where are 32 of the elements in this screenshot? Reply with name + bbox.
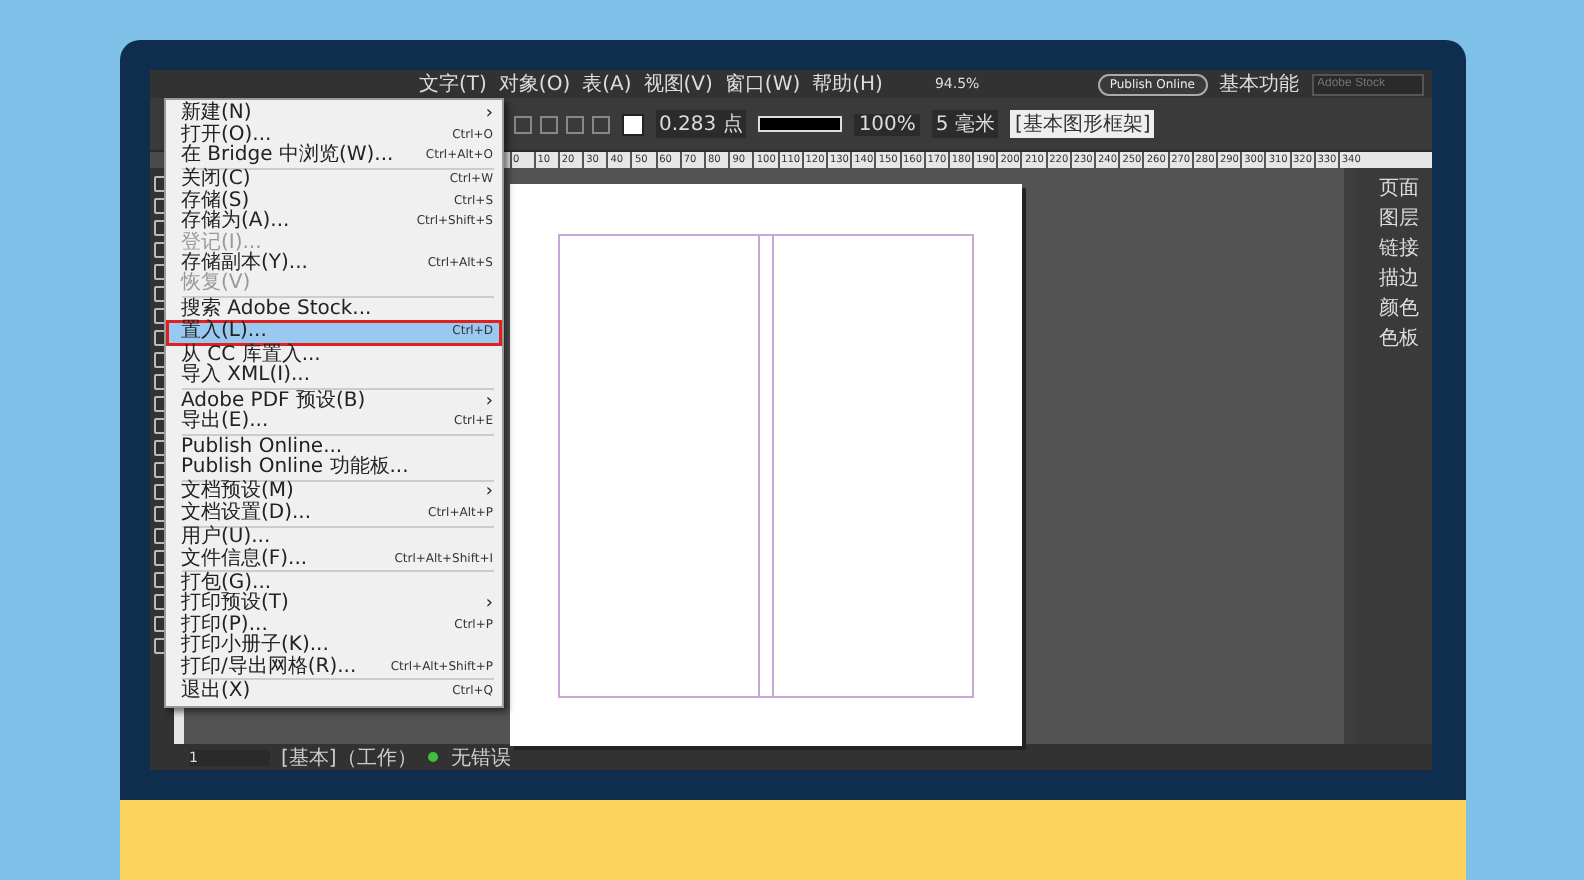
menu-item[interactable]: 搜索 Adobe Stock... [165, 299, 501, 320]
stroke-type-field[interactable] [758, 116, 843, 132]
menu-bar-item[interactable]: 视图(V) [643, 70, 713, 98]
menu-item[interactable]: 用户(U)... [165, 528, 501, 549]
menu-item[interactable]: 导入 XML(I)... [165, 366, 501, 388]
menu-bar-item[interactable]: 表(A) [582, 70, 632, 98]
stroke-swatch[interactable] [621, 113, 643, 135]
panel-tab[interactable]: 图层 [1355, 204, 1431, 230]
menu-bar-item[interactable]: 窗口(W) [724, 70, 801, 98]
stroke-weight-field[interactable]: 0.283 点 [655, 110, 747, 138]
menu-item[interactable]: Publish Online... [165, 436, 501, 458]
menu-bar-item[interactable]: 文字(T) [419, 70, 487, 98]
preflight-status[interactable]: 无错误 [450, 743, 511, 771]
style-label[interactable]: [基本]（工作） [281, 743, 417, 771]
menu-item[interactable]: 文档预设(M) › [165, 482, 501, 504]
object-style-field[interactable]: [基本图形框架] [1010, 110, 1155, 138]
panel-tab[interactable]: 页面 [1355, 174, 1431, 200]
menu-item[interactable]: 新建(N) › [165, 104, 501, 125]
gutter-field[interactable]: 5 毫米 [931, 110, 999, 138]
workspace-switcher[interactable]: 基本功能 [1219, 70, 1299, 98]
menu-item[interactable]: 从 CC 库置入... [165, 345, 501, 367]
menu-bar-item[interactable]: 帮助(H) [812, 70, 883, 98]
menu-item[interactable]: 打印预设(T) › [165, 594, 501, 616]
scale-field[interactable]: 100% [854, 113, 920, 135]
menu-item[interactable]: 打印小册子(K)... [165, 635, 501, 657]
menu-item[interactable]: Publish Online 功能板... [165, 457, 501, 479]
menu-bar-item[interactable]: 对象(O) [498, 70, 571, 98]
panel-tab[interactable]: 链接 [1355, 234, 1431, 260]
panel-tab[interactable]: 颜色 [1355, 294, 1431, 320]
panel-tab[interactable]: 色板 [1355, 324, 1431, 350]
panel-tab[interactable]: 描边 [1355, 264, 1431, 290]
status-dot-icon [428, 752, 439, 762]
